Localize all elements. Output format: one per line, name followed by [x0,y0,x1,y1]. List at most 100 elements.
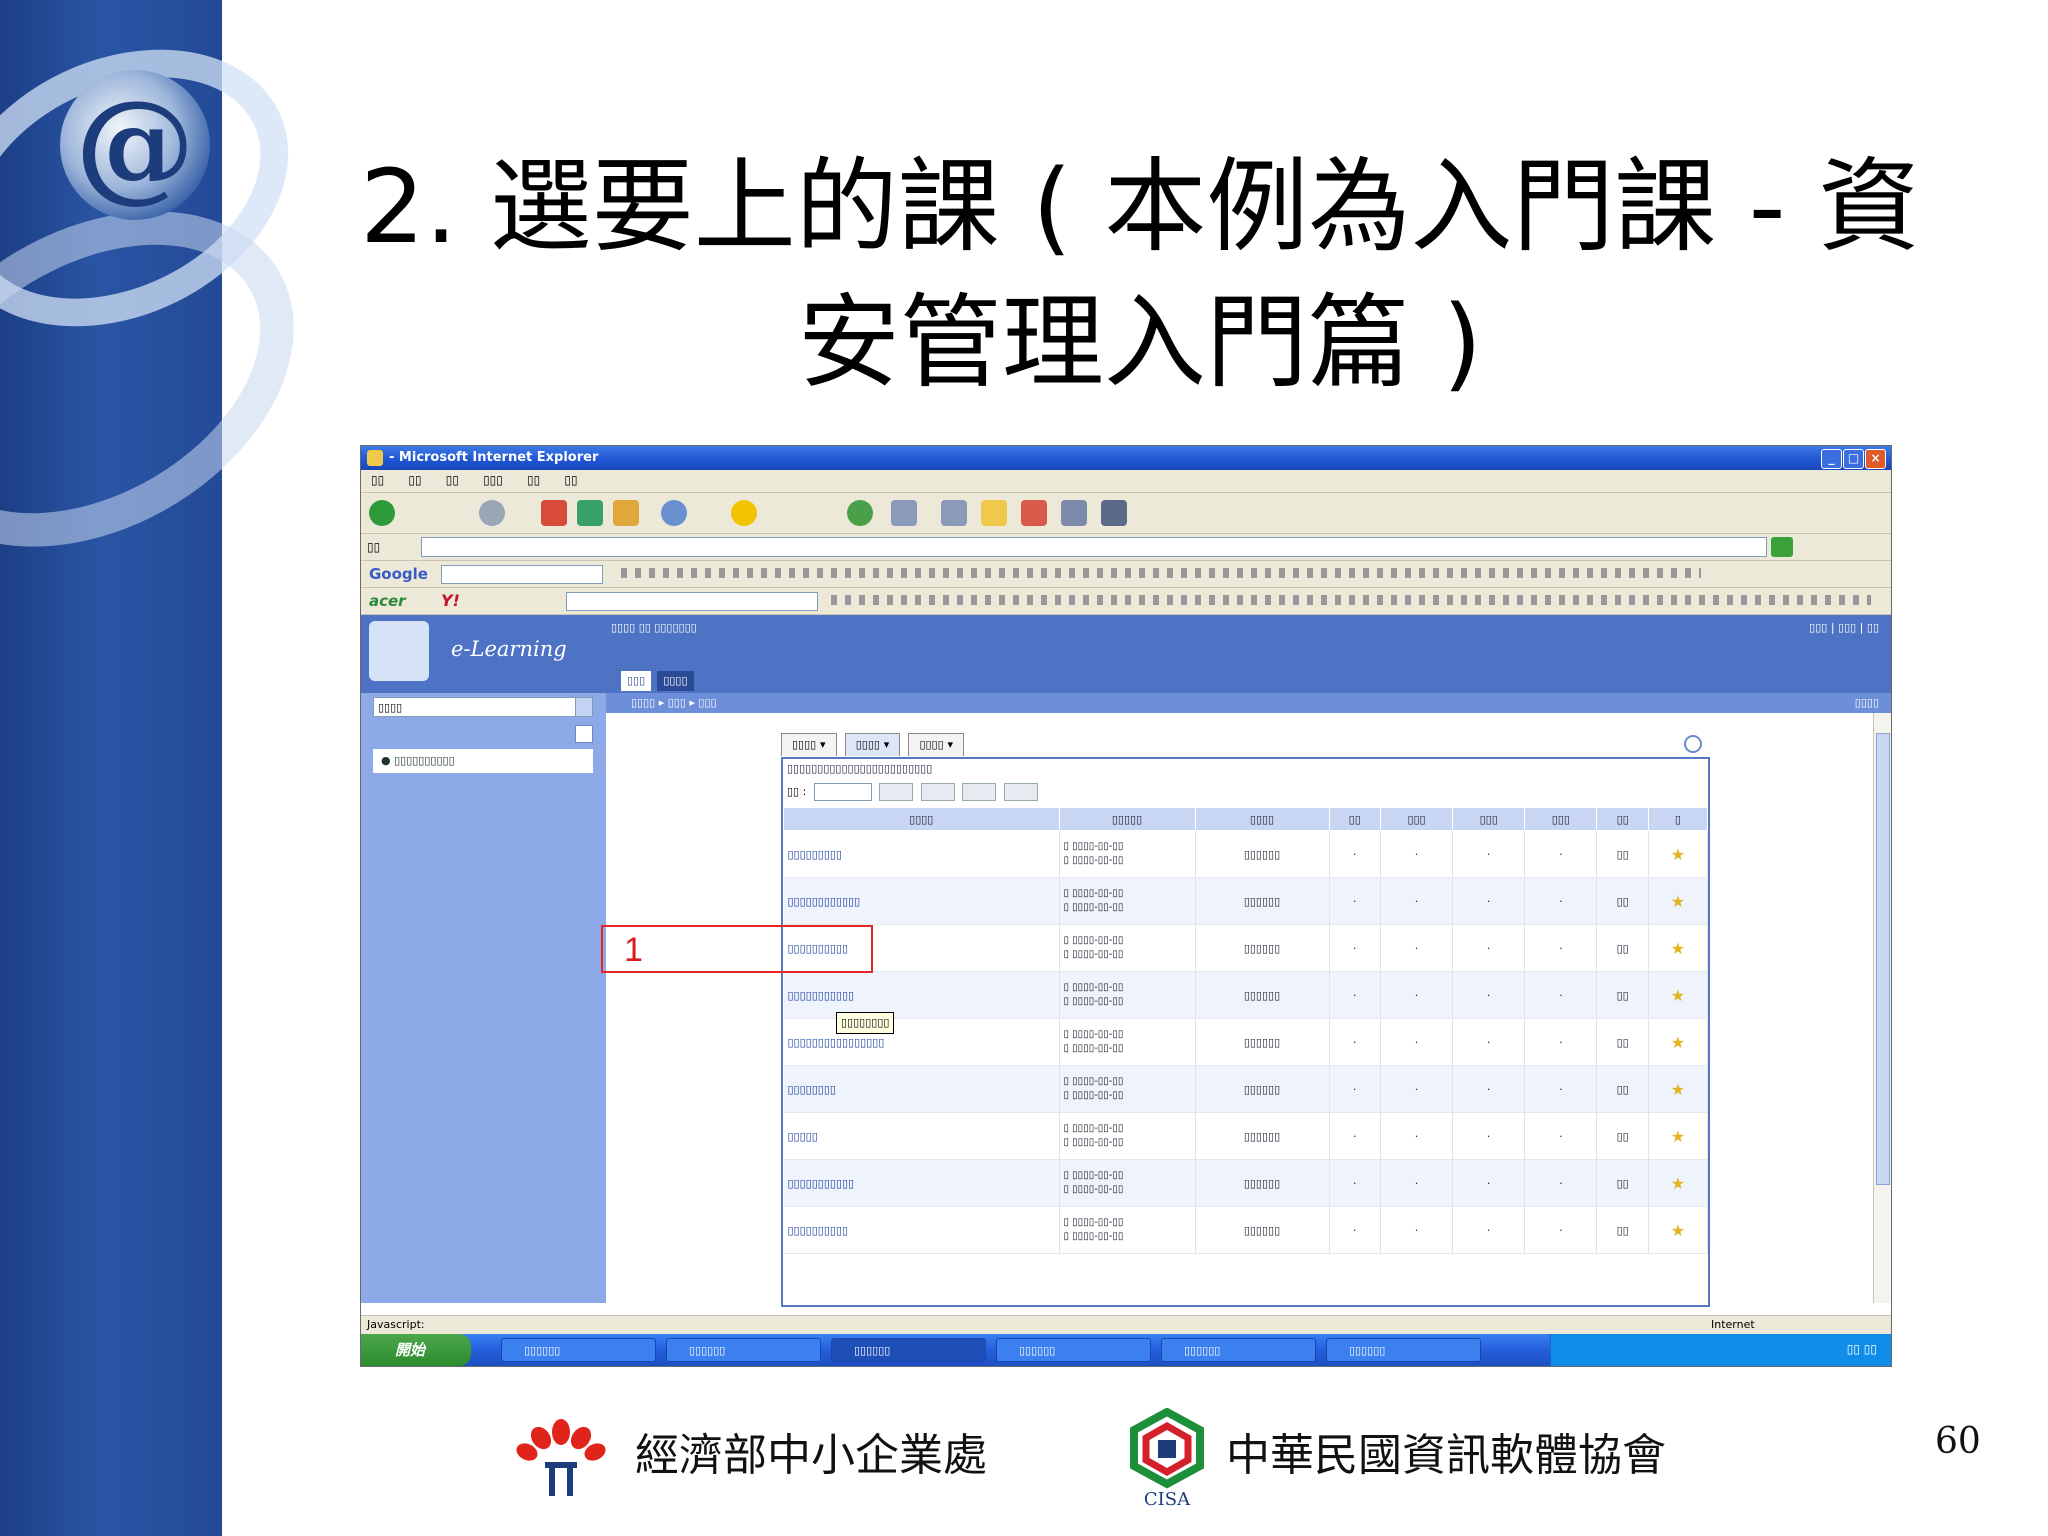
taskbar-item[interactable]: ▯▯▯▯▯▯ [996,1338,1151,1362]
collapse-icon[interactable] [575,725,593,743]
refresh-icon[interactable] [577,500,603,526]
star-icon[interactable]: ★ [1648,1159,1708,1207]
course-link[interactable]: ▯▯▯▯▯▯▯▯▯▯ [783,1206,1060,1254]
column-header[interactable]: ▯▯ [1328,807,1381,831]
taskbar-item[interactable]: ▯▯▯▯▯▯ [1326,1338,1481,1362]
yahoo-search-input[interactable] [566,592,818,611]
taskbar-item[interactable]: ▯▯▯▯▯▯ [501,1338,656,1362]
course-link[interactable]: ▯▯▯▯▯▯▯▯▯▯▯▯ [783,877,1060,925]
tab-personal[interactable]: ▯▯▯ [621,671,652,691]
acer-toolbar-buttons[interactable] [831,595,1871,605]
window-title-bar[interactable]: - Microsoft Internet Explorer _ □ × [361,446,1891,470]
course-dates: ▯ ▯▯▯▯-▯▯-▯▯ ▯ ▯▯▯▯-▯▯-▯▯ [1059,1159,1196,1207]
column-header[interactable]: ▯▯▯▯ [783,807,1060,831]
course-link[interactable]: ▯▯▯▯▯▯▯▯ [783,1065,1060,1113]
menu-item[interactable]: ▯▯ [527,473,540,487]
course-link[interactable]: ▯▯▯▯▯▯▯▯▯ [783,830,1060,878]
column-header[interactable]: ▯▯▯ [1452,807,1526,831]
column-header[interactable]: ▯▯▯ [1379,807,1454,831]
header-links[interactable]: ▯▯▯ | ▯▯▯ | ▯▯ [1809,621,1879,634]
course-link[interactable]: ▯▯▯▯▯▯▯▯▯▯▯ [783,1159,1060,1207]
tab-my-courses[interactable]: ▯▯▯▯ ▾ [844,733,901,756]
tab-course-list[interactable]: ▯▯▯▯ ▾ [781,733,837,756]
breadcrumb[interactable]: ▯▯▯▯ ▸ ▯▯▯ ▸ ▯▯▯ [631,696,717,709]
help-icon[interactable] [1684,735,1702,753]
next-page-button[interactable] [962,783,997,801]
star-icon[interactable]: ★ [1648,830,1708,878]
tool-icon[interactable] [1021,500,1047,526]
course-select[interactable]: ▯▯▯▯ [373,697,593,717]
slide-title-line1: 2. 選要上的課 ( 本例為入門課 - 資 [359,148,1921,267]
start-button[interactable]: 開始 [361,1334,471,1366]
column-header[interactable]: ▯▯ [1596,807,1649,831]
vertical-scrollbar[interactable] [1873,713,1891,1303]
status-text: Javascript: [367,1318,425,1331]
star-icon[interactable]: ★ [1648,1206,1708,1254]
tab-course-search[interactable]: ▯▯▯▯ ▾ [908,733,965,756]
print-icon[interactable] [941,500,967,526]
star-icon[interactable]: ★ [1648,1112,1708,1160]
callout-number: 1 [624,931,643,969]
favorites-icon[interactable] [731,500,757,526]
chevron-down-icon[interactable] [575,698,592,716]
home-icon[interactable] [613,500,639,526]
course-table: ▯▯▯▯ ▯▯▯▯▯ ▯▯▯▯ ▯▯ ▯▯▯ ▯▯▯ ▯▯▯ ▯▯ ▯ ▯▯▯▯… [783,807,1708,1254]
course-link[interactable]: ▯▯▯▯▯ [783,1112,1060,1160]
column-header[interactable]: ▯ [1647,807,1708,831]
taskbar-item[interactable]: ▯▯▯▯▯▯ [1161,1338,1316,1362]
cisa-abbr: CISA [1144,1489,1191,1508]
menu-item[interactable]: ▯▯ [371,473,384,487]
taskbar-item[interactable]: ▯▯▯▯▯▯ [666,1338,821,1362]
sidebar-item-school[interactable]: ● ▯▯▯▯▯▯▯▯▯▯ [373,749,593,773]
menu-item[interactable]: ▯▯ [564,473,577,487]
forward-icon[interactable] [479,500,505,526]
last-page-button[interactable] [1003,783,1038,801]
address-input[interactable] [421,537,1767,557]
stop-icon[interactable] [541,500,567,526]
page-select[interactable] [813,783,872,801]
column-header[interactable]: ▯▯▯▯▯ [1058,807,1196,831]
first-page-button[interactable] [879,783,914,801]
tool-icon[interactable] [1101,500,1127,526]
column-header[interactable]: ▯▯▯ [1524,807,1598,831]
folder-icon[interactable] [981,500,1007,526]
course-panel-description: ▯▯▯▯▯▯▯▯▯▯▯▯▯▯▯▯▯▯▯▯▯▯▯▯ [787,762,933,775]
course-link[interactable]: ▯▯▯▯▯▯▯▯▯▯▯▯▯▯▯▯ [783,1018,1060,1066]
star-icon[interactable]: ★ [1648,924,1708,972]
google-toolbar-buttons[interactable] [621,568,1701,578]
star-icon[interactable]: ★ [1648,971,1708,1019]
system-tray: ▯▯ ▯▯ [1550,1334,1891,1366]
star-icon[interactable]: ★ [1648,1065,1708,1113]
slide-title-line2: 安管理入門篇 ) [797,284,1483,403]
internet-zone: Internet [1711,1318,1755,1331]
history-icon[interactable] [847,500,873,526]
back-icon[interactable] [369,500,395,526]
column-header[interactable]: ▯▯▯▯ [1194,807,1330,831]
close-button[interactable]: × [1865,449,1886,469]
mail-icon[interactable] [891,500,917,526]
google-search-input[interactable] [441,565,603,584]
prev-page-button[interactable] [920,783,955,801]
menu-item[interactable]: ▯▯ [408,473,421,487]
menu-item[interactable]: ▯▯ [446,473,459,487]
menu-item[interactable]: ▯▯▯ [483,473,503,487]
star-icon[interactable]: ★ [1648,877,1708,925]
sub-bar-status: ▯▯▯▯ [1854,696,1879,709]
star-icon[interactable]: ★ [1648,1018,1708,1066]
scrollbar-thumb[interactable] [1876,733,1890,1185]
minimize-button[interactable]: _ [1821,449,1842,469]
cisa-name: 中華民國資訊軟體協會 [1226,1430,1666,1481]
sme-administration-logo [516,1419,606,1496]
course-teacher: ▯▯▯▯▯▯ [1195,877,1330,925]
maximize-button[interactable]: □ [1843,449,1864,469]
course-dates: ▯ ▯▯▯▯-▯▯-▯▯ ▯ ▯▯▯▯-▯▯-▯▯ [1059,924,1196,972]
tool-icon[interactable] [1061,500,1087,526]
go-button[interactable] [1771,537,1793,557]
user-info: ▯▯▯▯ ▯▯ ▯▯▯▯▯▯▯ [611,621,697,634]
course-link[interactable]: ▯▯▯▯▯▯▯▯▯▯▯ [783,971,1060,1019]
slide-title: 2. 選要上的課 ( 本例為入門課 - 資 安管理入門篇 ) [290,140,1990,412]
web-page: e-Learning ▯▯▯▯ ▯▯ ▯▯▯▯▯▯▯ ▯▯▯ | ▯▯▯ | ▯… [361,615,1891,1315]
tab-school[interactable]: ▯▯▯▯ [657,671,694,691]
search-icon[interactable] [661,500,687,526]
taskbar-item-active[interactable]: ▯▯▯▯▯▯ [831,1338,986,1362]
